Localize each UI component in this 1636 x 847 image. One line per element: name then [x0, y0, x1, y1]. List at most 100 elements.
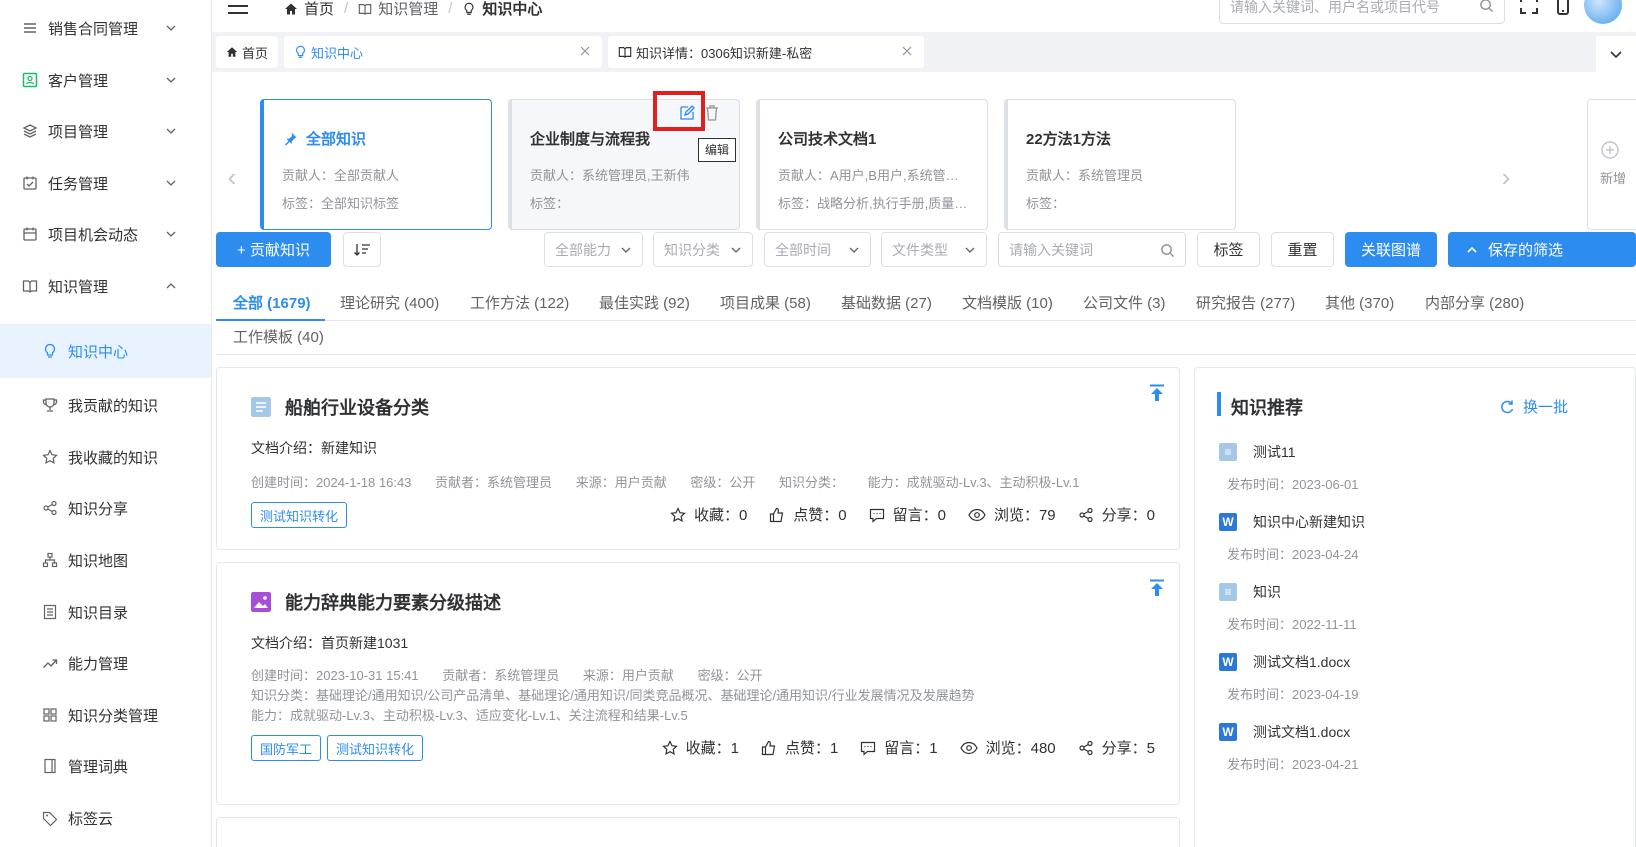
carousel-next-button[interactable]: › — [1496, 162, 1516, 192]
stat-share[interactable]: 分享：0 — [1078, 504, 1155, 525]
refresh-label: 换一批 — [1523, 399, 1569, 416]
search-icon[interactable] — [1160, 243, 1175, 258]
category-tab-results[interactable]: 项目成果 (58) — [720, 286, 811, 322]
tag-chip[interactable]: 测试知识转化 — [327, 735, 424, 761]
sidebar-item-knowledge-share[interactable]: 知识分享 — [0, 481, 211, 535]
tab-knowledge-detail[interactable]: 知识详情：0306知识新建-私密 — [608, 36, 924, 68]
category-select[interactable]: 知识分类 — [653, 232, 753, 267]
sidebar-item-ability[interactable]: 能力管理 — [0, 636, 211, 690]
fullscreen-icon[interactable] — [1518, 0, 1540, 16]
carousel-prev-button[interactable]: ‹ — [222, 162, 242, 192]
meta-contributor: 贡献者：系统管理员 — [442, 668, 560, 683]
add-category-card[interactable]: 新增 — [1587, 99, 1636, 230]
sidebar-item-knowledge[interactable]: 知识管理 — [0, 259, 211, 313]
chevron-down-icon — [1610, 51, 1622, 59]
tab-home[interactable]: 首页 — [216, 36, 278, 68]
share-icon — [42, 500, 58, 516]
sidebar-item-label: 知识分享 — [68, 500, 129, 518]
pin-top-icon[interactable] — [1149, 579, 1165, 597]
knowledge-item-title[interactable]: 能力辞典能力要素分级描述 — [251, 589, 501, 615]
sidebar-item-task[interactable]: 任务管理 — [0, 156, 211, 210]
category-tab-work-template[interactable]: 工作模板 (40) — [233, 320, 324, 356]
recommend-item[interactable]: ≡ 测试11 发布时间：2023-06-01 — [1219, 442, 1569, 493]
close-icon[interactable] — [900, 44, 914, 58]
stat-favorite[interactable]: 收藏：0 — [670, 504, 747, 525]
stat-comment[interactable]: 留言：0 — [869, 504, 946, 525]
time-select[interactable]: 全部时间 — [764, 232, 871, 267]
stat-favorite[interactable]: 收藏：1 — [661, 737, 739, 758]
sort-button[interactable] — [343, 232, 381, 267]
sidebar-item-dictionary[interactable]: 管理词典 — [0, 739, 211, 793]
tag-chip[interactable]: 测试知识转化 — [251, 502, 348, 528]
home-icon — [285, 3, 297, 14]
meta-security: 密级：公开 — [697, 668, 763, 683]
category-tab-best-practice[interactable]: 最佳实践 (92) — [599, 286, 690, 322]
mobile-icon[interactable] — [1552, 0, 1574, 16]
category-tab-internal-share[interactable]: 内部分享 (280) — [1425, 286, 1524, 322]
tab-dropdown-button[interactable] — [1596, 36, 1636, 72]
stat-like[interactable]: 点赞：1 — [761, 737, 838, 758]
category-tab-all[interactable]: 全部 (1679) — [233, 286, 311, 322]
category-tab-company-files[interactable]: 公司文件 (3) — [1083, 286, 1166, 322]
knowledge-graph-button[interactable]: 关联图谱 — [1345, 232, 1437, 267]
breadcrumb-home[interactable]: 首页 — [304, 0, 334, 19]
recommend-item[interactable]: W 知识中心新建知识 发布时间：2023-04-24 — [1219, 512, 1569, 563]
category-card-tech-docs[interactable]: 公司技术文档1 贡献人：A用户,B用户,系统管理员 标签：战略分析,执行手册,质… — [756, 99, 988, 230]
category-tab-other[interactable]: 其他 (370) — [1325, 286, 1394, 322]
refresh-button[interactable]: 换一批 — [1499, 396, 1568, 417]
contribute-knowledge-button[interactable]: + 贡献知识 — [216, 232, 331, 267]
reset-button[interactable]: 重置 — [1271, 232, 1334, 267]
file-type-select[interactable]: 文件类型 — [881, 232, 987, 267]
category-card-method[interactable]: 22方法1方法 贡献人：系统管理员 标签： — [1004, 99, 1236, 230]
category-tab-method[interactable]: 工作方法 (122) — [470, 286, 569, 322]
saved-filter-button[interactable]: 保存的筛选 — [1448, 232, 1636, 267]
delete-icon[interactable] — [704, 104, 722, 124]
sidebar-item-tag-cloud[interactable]: 标签云 — [0, 791, 211, 845]
tag-filter-button[interactable]: 标签 — [1197, 232, 1260, 267]
knowledge-item[interactable]: 能力辞典能力要素分级描述 文档介绍：首页新建1031 创建时间：2023-10-… — [216, 562, 1180, 805]
chevron-down-icon — [166, 77, 176, 83]
sidebar-item-knowledge-center[interactable]: 知识中心 — [0, 324, 211, 378]
sidebar-item-sales-contract[interactable]: 销售合同管理 — [0, 1, 211, 55]
knowledge-item[interactable] — [216, 817, 1180, 847]
ability-select[interactable]: 全部能力 — [544, 232, 643, 267]
pin-top-icon[interactable] — [1149, 384, 1165, 402]
breadcrumb-knowledge[interactable]: 知识管理 — [378, 0, 438, 19]
avatar[interactable] — [1584, 0, 1622, 24]
stat-comment[interactable]: 留言：1 — [860, 737, 938, 758]
stat-like[interactable]: 点赞：0 — [769, 504, 847, 525]
recommend-item[interactable]: W 测试文档1.docx 发布时间：2023-04-21 — [1219, 722, 1569, 773]
sidebar-item-project[interactable]: 项目管理 — [0, 104, 211, 158]
knowledge-item-title[interactable]: 船舶行业设备分类 — [251, 394, 429, 420]
stat-share[interactable]: 分享：5 — [1078, 737, 1155, 758]
breadcrumb-separator: / — [344, 0, 349, 17]
close-icon[interactable] — [578, 44, 592, 58]
category-tab-templates[interactable]: 文档模版 (10) — [962, 286, 1053, 322]
knowledge-item-meta: 创建时间：2024-1-18 16:43 贡献者：系统管理员 来源：用户贡献 密… — [251, 472, 1099, 491]
search-icon[interactable] — [1479, 0, 1494, 13]
hamburger-icon[interactable] — [226, 0, 250, 16]
sidebar-item-customer[interactable]: 客户管理 — [0, 53, 211, 107]
recommend-item[interactable]: W 测试文档1.docx 发布时间：2023-04-19 — [1219, 652, 1569, 703]
sidebar-item-my-contributions[interactable]: 我贡献的知识 — [0, 378, 211, 432]
knowledge-item-stats: 收藏：0 点赞：0 留言：0 浏览：79 分享：0 — [648, 504, 1155, 525]
tab-knowledge-center[interactable]: 知识中心 — [284, 36, 602, 68]
keyword-input[interactable]: 请输入关键词 — [998, 232, 1186, 267]
global-search-input[interactable]: 请输入关键词、用户名或项目代号 — [1219, 0, 1505, 24]
sidebar-item-opportunity[interactable]: 项目机会动态 — [0, 207, 211, 261]
category-tab-basic-data[interactable]: 基础数据 (27) — [841, 286, 932, 322]
sidebar-item-knowledge-map[interactable]: 知识地图 — [0, 533, 211, 587]
chevron-down-icon — [166, 231, 176, 237]
sidebar-item-my-favorites[interactable]: 我收藏的知识 — [0, 430, 211, 484]
recommend-title-bar — [1217, 392, 1221, 416]
sidebar-item-category-manage[interactable]: 知识分类管理 — [0, 688, 211, 742]
category-tab-research[interactable]: 研究报告 (277) — [1196, 286, 1295, 322]
knowledge-item-title-text: 能力辞典能力要素分级描述 — [285, 593, 501, 613]
sidebar-item-knowledge-catalog[interactable]: 知识目录 — [0, 585, 211, 639]
knowledge-item[interactable]: 船舶行业设备分类 文档介绍：新建知识 创建时间：2024-1-18 16:43 … — [216, 367, 1180, 550]
recommend-item[interactable]: ≡ 知识 发布时间：2022-11-11 — [1219, 582, 1569, 633]
sidebar-item-label: 知识管理 — [48, 278, 109, 296]
category-card-all[interactable]: 全部知识 贡献人：全部贡献人 标签：全部知识标签 — [260, 99, 492, 230]
category-tab-theory[interactable]: 理论研究 (400) — [340, 286, 439, 322]
tag-chip[interactable]: 国防军工 — [251, 735, 322, 761]
